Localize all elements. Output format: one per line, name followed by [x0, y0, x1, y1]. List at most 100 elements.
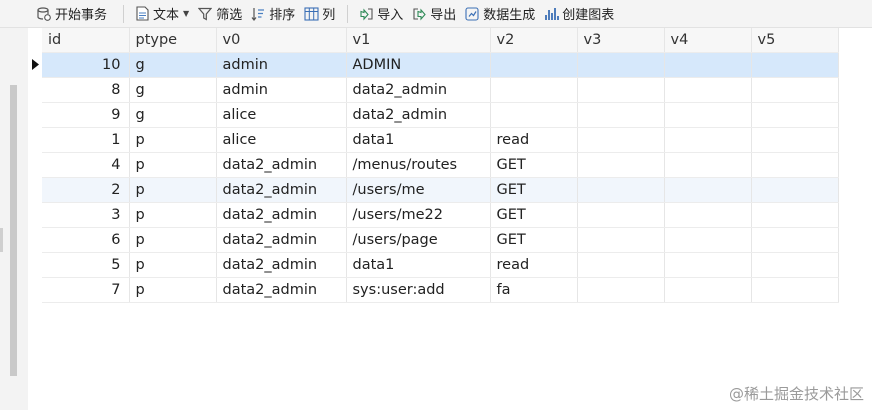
- cell-ptype[interactable]: p: [129, 177, 217, 203]
- column-header-v1[interactable]: v1: [346, 28, 491, 53]
- column-header-v4[interactable]: v4: [664, 28, 752, 53]
- cell-v0[interactable]: alice: [216, 127, 347, 153]
- cell-v3[interactable]: [577, 277, 665, 303]
- cell-id[interactable]: 7: [42, 277, 130, 303]
- cell-v3[interactable]: [577, 102, 665, 128]
- export-button[interactable]: 导出: [407, 0, 460, 27]
- column-header-v0[interactable]: v0: [216, 28, 347, 53]
- cell-v0[interactable]: alice: [216, 102, 347, 128]
- cell-v5[interactable]: [751, 152, 839, 178]
- cell-v3[interactable]: [577, 52, 665, 78]
- cell-v1[interactable]: /users/me: [346, 177, 491, 203]
- cell-ptype[interactable]: p: [129, 152, 217, 178]
- cell-v2[interactable]: [490, 102, 578, 128]
- cell-v2[interactable]: GET: [490, 202, 578, 228]
- cell-v0[interactable]: data2_admin: [216, 227, 347, 253]
- splitter-handle[interactable]: [0, 228, 3, 252]
- cell-v3[interactable]: [577, 227, 665, 253]
- cell-id[interactable]: 10: [42, 52, 130, 78]
- column-header-id[interactable]: id: [42, 28, 130, 53]
- cell-v3[interactable]: [577, 252, 665, 278]
- filter-button[interactable]: 筛选: [193, 0, 246, 27]
- table-row[interactable]: 5 p data2_admin data1 read: [42, 252, 839, 278]
- create-chart-button[interactable]: 创建图表: [539, 0, 618, 27]
- cell-v4[interactable]: [664, 202, 752, 228]
- cell-v2[interactable]: read: [490, 252, 578, 278]
- cell-v0[interactable]: data2_admin: [216, 202, 347, 228]
- cell-id[interactable]: 5: [42, 252, 130, 278]
- text-dropdown-button[interactable]: 文本 ▼: [130, 0, 193, 27]
- cell-v0[interactable]: data2_admin: [216, 252, 347, 278]
- begin-transaction-button[interactable]: 开始事务: [32, 0, 111, 27]
- cell-v5[interactable]: [751, 277, 839, 303]
- cell-v1[interactable]: data1: [346, 252, 491, 278]
- table-row[interactable]: 4 p data2_admin/menus/routes GET: [42, 152, 839, 178]
- cell-v1[interactable]: ADMIN: [346, 52, 491, 78]
- cell-v5[interactable]: [751, 102, 839, 128]
- generate-data-button[interactable]: 数据生成: [460, 0, 539, 27]
- cell-v0[interactable]: data2_admin: [216, 277, 347, 303]
- cell-id[interactable]: 9: [42, 102, 130, 128]
- cell-id[interactable]: 6: [42, 227, 130, 253]
- cell-v2[interactable]: [490, 77, 578, 103]
- table-row[interactable]: 9 g alice data2_admin: [42, 102, 839, 128]
- table-row[interactable]: 1 p alice data1 read: [42, 127, 839, 153]
- cell-v2[interactable]: GET: [490, 177, 578, 203]
- cell-id[interactable]: 4: [42, 152, 130, 178]
- cell-v4[interactable]: [664, 52, 752, 78]
- cell-ptype[interactable]: p: [129, 202, 217, 228]
- cell-v3[interactable]: [577, 202, 665, 228]
- cell-v4[interactable]: [664, 252, 752, 278]
- table-row[interactable]: 2 p data2_admin/users/me GET: [42, 177, 839, 203]
- cell-v2[interactable]: GET: [490, 152, 578, 178]
- cell-id[interactable]: 8: [42, 77, 130, 103]
- column-header-ptype[interactable]: ptype: [129, 28, 217, 53]
- cell-v0[interactable]: data2_admin: [216, 152, 347, 178]
- cell-v5[interactable]: [751, 77, 839, 103]
- cell-v5[interactable]: [751, 52, 839, 78]
- cell-ptype[interactable]: p: [129, 127, 217, 153]
- sort-button[interactable]: 排序: [246, 0, 299, 27]
- cell-v5[interactable]: [751, 227, 839, 253]
- cell-v3[interactable]: [577, 77, 665, 103]
- cell-v5[interactable]: [751, 252, 839, 278]
- cell-v4[interactable]: [664, 277, 752, 303]
- cell-ptype[interactable]: g: [129, 52, 217, 78]
- table-row[interactable]: 7 p data2_admin sys:user:add fa: [42, 277, 839, 303]
- column-header-v2[interactable]: v2: [490, 28, 578, 53]
- cell-v3[interactable]: [577, 152, 665, 178]
- cell-v1[interactable]: data2_admin: [346, 102, 491, 128]
- cell-v2[interactable]: fa: [490, 277, 578, 303]
- column-header-v5[interactable]: v5: [751, 28, 839, 53]
- cell-v1[interactable]: sys:user:add: [346, 277, 491, 303]
- import-button[interactable]: 导入: [354, 0, 407, 27]
- column-header-v3[interactable]: v3: [577, 28, 665, 53]
- cell-v4[interactable]: [664, 227, 752, 253]
- cell-v2[interactable]: [490, 52, 578, 78]
- cell-v3[interactable]: [577, 177, 665, 203]
- cell-v1[interactable]: /users/me22: [346, 202, 491, 228]
- cell-v4[interactable]: [664, 77, 752, 103]
- table-row[interactable]: 6 p data2_admin/users/page GET: [42, 227, 839, 253]
- cell-ptype[interactable]: p: [129, 277, 217, 303]
- cell-v0[interactable]: admin: [216, 52, 347, 78]
- cell-id[interactable]: 2: [42, 177, 130, 203]
- cell-v5[interactable]: [751, 202, 839, 228]
- table-row[interactable]: 10 g admin ADMIN: [42, 52, 839, 78]
- cell-id[interactable]: 1: [42, 127, 130, 153]
- cell-v1[interactable]: /users/page: [346, 227, 491, 253]
- cell-v1[interactable]: data2_admin: [346, 77, 491, 103]
- cell-v0[interactable]: admin: [216, 77, 347, 103]
- cell-v2[interactable]: GET: [490, 227, 578, 253]
- cell-v1[interactable]: /menus/routes: [346, 152, 491, 178]
- cell-v4[interactable]: [664, 177, 752, 203]
- cell-v1[interactable]: data1: [346, 127, 491, 153]
- cell-id[interactable]: 3: [42, 202, 130, 228]
- cell-v4[interactable]: [664, 127, 752, 153]
- cell-v2[interactable]: read: [490, 127, 578, 153]
- column-button[interactable]: 列: [299, 0, 339, 27]
- cell-ptype[interactable]: g: [129, 102, 217, 128]
- cell-v5[interactable]: [751, 177, 839, 203]
- cell-v4[interactable]: [664, 102, 752, 128]
- cell-ptype[interactable]: p: [129, 252, 217, 278]
